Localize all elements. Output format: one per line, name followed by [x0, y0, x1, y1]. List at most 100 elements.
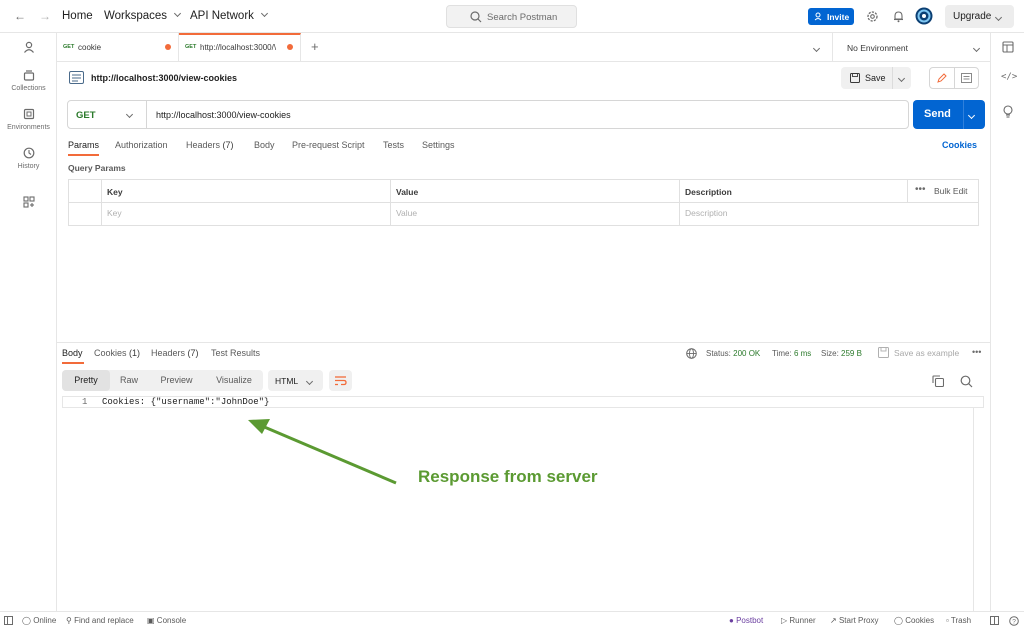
trash-label: Trash [950, 616, 972, 625]
environment-quicklook-icon[interactable] [1002, 41, 1014, 53]
size-metric[interactable]: Size: 259 B [821, 349, 862, 358]
gear-icon[interactable] [866, 10, 879, 23]
tab-headers[interactable]: Headers (7) [186, 140, 234, 150]
postbot-button[interactable]: ● Postbot [729, 616, 763, 625]
sidebar-item-label: History [17, 163, 40, 170]
response-more-icon[interactable]: ••• [972, 347, 981, 357]
key-input[interactable]: Key [107, 208, 122, 218]
console-button[interactable]: ▣ Console [147, 616, 186, 625]
invite-button[interactable]: Invite [808, 8, 854, 25]
start-proxy-button[interactable]: ↗ Start Proxy [830, 616, 879, 625]
format-select[interactable]: HTML [268, 370, 323, 391]
search-icon [470, 11, 482, 23]
documentation-icon[interactable] [961, 73, 972, 83]
sidebar-item-collections[interactable]: Collections [0, 69, 57, 92]
tab-headers-count: (7) [222, 140, 234, 150]
sidebar-item-label: Environments [7, 124, 50, 131]
code-icon[interactable]: </> [1001, 72, 1017, 82]
sidebar-item-history[interactable]: History [0, 147, 57, 170]
start-proxy-label: Start Proxy [838, 616, 879, 625]
runner-label: Runner [789, 616, 816, 625]
upgrade-button[interactable]: Upgrade [945, 5, 1014, 28]
right-rail: </> [990, 33, 1024, 611]
bell-icon[interactable] [892, 10, 905, 23]
environments-icon [23, 108, 34, 120]
sidebar-item-user[interactable] [0, 41, 57, 55]
column-header-key: Key [107, 187, 123, 197]
response-headers-label: Headers [151, 348, 186, 358]
url-input[interactable]: http://localhost:3000/view-cookies [156, 110, 291, 120]
view-preview-button[interactable]: Preview [148, 370, 205, 391]
sidebar-toggle-icon[interactable] [4, 616, 13, 625]
response-cookies-label: Cookies [94, 348, 127, 358]
tab-authorization[interactable]: Authorization [115, 140, 168, 150]
save-icon [850, 73, 860, 83]
view-visualize-button[interactable]: Visualize [205, 370, 263, 391]
tab-settings[interactable]: Settings [422, 140, 455, 150]
avatar[interactable] [915, 7, 933, 25]
globe-icon[interactable] [686, 348, 697, 359]
back-arrow-icon[interactable]: ← [14, 9, 26, 23]
environment-selector[interactable]: No Environment [832, 33, 990, 62]
home-link[interactable]: Home [62, 10, 93, 22]
tab-view-cookies[interactable]: GET http://localhost:3000/\ [179, 33, 301, 62]
response-tab-body[interactable]: Body [62, 348, 83, 358]
send-button[interactable]: Send [913, 100, 985, 129]
more-options-icon[interactable]: ••• [915, 184, 926, 195]
trash-button[interactable]: ▫ Trash [946, 616, 971, 625]
search-icon[interactable] [960, 375, 973, 388]
value-input[interactable]: Value [396, 208, 417, 218]
online-status[interactable]: ◯ Online [22, 616, 56, 625]
response-tab-headers[interactable]: Headers (7) [151, 348, 199, 358]
response-divider[interactable] [57, 342, 990, 343]
api-network-menu[interactable]: API Network [190, 9, 268, 22]
tab-body[interactable]: Body [254, 140, 275, 150]
line-number: 1 [82, 397, 88, 407]
view-raw-button[interactable]: Raw [110, 370, 148, 391]
forward-arrow-icon[interactable]: → [39, 9, 51, 23]
chevron-down-icon [305, 377, 314, 386]
chevron-down-icon[interactable] [994, 13, 1003, 22]
view-pretty-button[interactable]: Pretty [62, 370, 110, 391]
chevron-down-icon[interactable] [967, 111, 976, 120]
description-input[interactable]: Description [685, 208, 728, 218]
request-title[interactable]: http://localhost:3000/view-cookies [91, 73, 237, 83]
sidebar-item-configure[interactable] [0, 196, 57, 210]
save-as-example-button[interactable]: Save as example [894, 348, 959, 358]
cookies-button[interactable]: ◯ Cookies [894, 616, 934, 625]
tab-tests[interactable]: Tests [383, 140, 404, 150]
search-bar[interactable]: Search Postman [446, 5, 577, 28]
save-button[interactable]: Save [841, 67, 911, 89]
copy-icon[interactable] [932, 375, 944, 387]
cookies-link[interactable]: Cookies [942, 140, 977, 150]
response-tab-cookies[interactable]: Cookies (1) [94, 348, 140, 358]
status-metric[interactable]: Status: 200 OK [706, 349, 760, 358]
chevron-down-icon[interactable] [897, 74, 906, 83]
new-tab-plus-icon[interactable]: + [311, 39, 319, 54]
http-request-icon [69, 71, 84, 84]
tab-params[interactable]: Params [68, 140, 99, 150]
help-icon[interactable]: ? [1009, 616, 1019, 626]
url-bar: GET http://localhost:3000/view-cookies [67, 100, 909, 129]
size-value: 259 B [841, 349, 862, 358]
time-metric[interactable]: Time: 6 ms [772, 349, 811, 358]
editor-scrollbar[interactable] [973, 408, 974, 611]
two-pane-icon[interactable] [990, 616, 999, 625]
bulk-edit-link[interactable]: Bulk Edit [934, 186, 968, 196]
response-body-editor[interactable]: 1 Cookies: {"username":"JohnDoe"} [62, 396, 984, 611]
sidebar-item-environments[interactable]: Environments [0, 108, 57, 131]
tab-prerequest-script[interactable]: Pre-request Script [292, 140, 365, 150]
workspaces-menu[interactable]: Workspaces [104, 9, 182, 22]
wrap-lines-button[interactable] [329, 370, 352, 391]
lightbulb-icon[interactable] [1002, 105, 1014, 118]
method-select[interactable]: GET [68, 101, 147, 128]
status-value: 200 OK [733, 349, 761, 358]
find-replace-button[interactable]: ⚲ Find and replace [66, 616, 134, 625]
time-value: 6 ms [793, 349, 812, 358]
tabs-overflow-chevron-icon[interactable] [812, 44, 821, 53]
pencil-icon[interactable] [937, 73, 947, 83]
runner-button[interactable]: ▷ Runner [781, 616, 816, 625]
tab-cookie[interactable]: GET cookie [57, 33, 179, 62]
edit-view-toggle [929, 67, 979, 89]
response-tab-test-results[interactable]: Test Results [211, 348, 260, 358]
